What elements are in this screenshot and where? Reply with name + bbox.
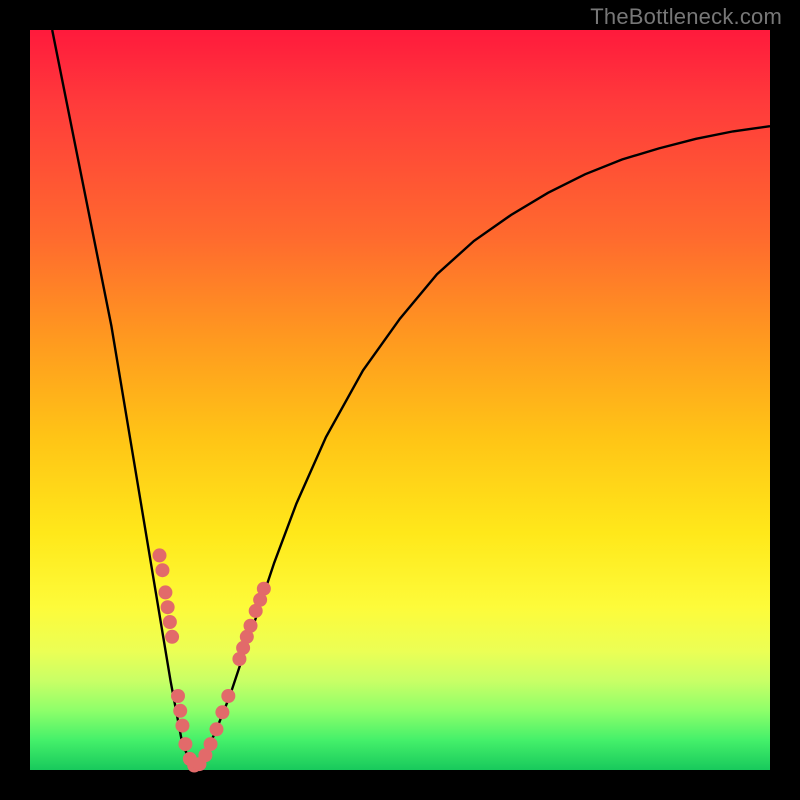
curve-marker bbox=[163, 615, 177, 629]
curve-marker bbox=[257, 582, 271, 596]
curve-svg bbox=[30, 30, 770, 770]
curve-markers bbox=[153, 548, 271, 772]
curve-marker bbox=[158, 585, 172, 599]
curve-marker bbox=[244, 619, 258, 633]
curve-marker bbox=[165, 630, 179, 644]
watermark-text: TheBottleneck.com bbox=[590, 4, 782, 30]
curve-marker bbox=[153, 548, 167, 562]
curve-marker bbox=[175, 719, 189, 733]
curve-marker bbox=[155, 563, 169, 577]
bottleneck-curve bbox=[52, 30, 770, 770]
curve-marker bbox=[178, 737, 192, 751]
plot-area bbox=[30, 30, 770, 770]
curve-marker bbox=[204, 737, 218, 751]
chart-frame: TheBottleneck.com bbox=[0, 0, 800, 800]
curve-marker bbox=[209, 722, 223, 736]
curve-marker bbox=[215, 705, 229, 719]
curve-marker bbox=[221, 689, 235, 703]
curve-marker bbox=[171, 689, 185, 703]
curve-marker bbox=[161, 600, 175, 614]
curve-marker bbox=[173, 704, 187, 718]
